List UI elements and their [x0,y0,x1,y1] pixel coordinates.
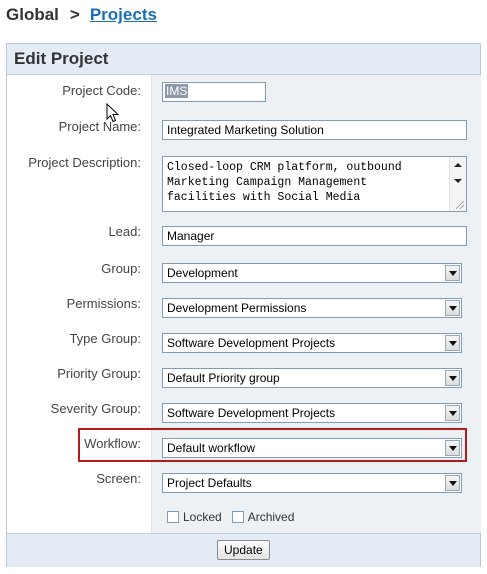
lead-label: Lead: [108,224,141,239]
type-group-select-value: Software Development Projects [167,336,336,350]
chevron-down-icon[interactable] [445,370,460,386]
lead-input[interactable]: Manager [162,226,467,246]
panel-title: Edit Project [7,44,480,75]
permissions-select-value: Development Permissions [167,301,307,315]
archived-option[interactable]: Archived [231,510,295,524]
resize-grip-icon[interactable] [456,201,464,209]
type-group-label: Type Group: [69,331,141,346]
status-checkboxes: Locked Archived [167,510,304,524]
screen-select-value: Project Defaults [167,476,252,490]
permissions-select[interactable]: Development Permissions [162,298,462,318]
screen-row: Screen: Project Defaults [7,471,480,493]
group-select-value: Development [167,266,238,280]
description-line-3: facilities with Social Media [167,191,361,204]
permissions-row: Permissions: Development Permissions [7,296,480,318]
severity-group-label: Severity Group: [50,401,141,416]
panel-footer: Update [7,533,480,567]
archived-checkbox[interactable] [231,511,244,523]
chevron-down-icon[interactable] [445,475,460,491]
update-button[interactable]: Update [217,540,270,560]
group-select[interactable]: Development [162,263,462,283]
screen-label: Screen: [96,471,141,486]
breadcrumb-projects-link[interactable]: Projects [90,5,157,25]
chevron-down-icon[interactable] [445,405,460,421]
priority-group-select-value: Default Priority group [167,371,280,385]
project-name-input[interactable]: Integrated Marketing Solution [162,120,467,140]
mouse-pointer-icon [106,103,120,123]
workflow-highlight-box [78,428,467,462]
archived-label: Archived [247,510,295,524]
locked-label: Locked [183,510,222,524]
severity-group-select[interactable]: Software Development Projects [162,403,462,423]
edit-project-panel: Edit Project Project Code: IMS Project N… [6,43,481,567]
project-name-label: Project Name: [58,119,141,134]
group-label: Group: [101,261,141,276]
scroll-down-icon[interactable] [454,179,462,183]
priority-group-row: Priority Group: Default Priority group [7,366,480,388]
chevron-down-icon[interactable] [445,335,460,351]
priority-group-label: Priority Group: [57,366,141,381]
project-description-textarea[interactable]: Closed-loop CRM platform, outbound Marke… [162,156,467,212]
group-row: Group: Development [7,261,480,283]
breadcrumb: Global > Projects [6,5,157,29]
scroll-up-icon[interactable] [454,163,462,167]
severity-group-select-value: Software Development Projects [167,406,336,420]
priority-group-select[interactable]: Default Priority group [162,368,462,388]
breadcrumb-separator: > [69,5,80,24]
chevron-down-icon[interactable] [445,300,460,316]
description-line-1: Closed-loop CRM platform, outbound [167,161,402,174]
type-group-row: Type Group: Software Development Project… [7,331,480,353]
permissions-label: Permissions: [66,296,141,311]
locked-option[interactable]: Locked [167,510,222,524]
project-description-row: Project Description: Closed-loop CRM pla… [7,152,480,212]
project-code-input[interactable]: IMS [162,82,266,102]
project-description-label: Project Description: [28,155,141,170]
type-group-select[interactable]: Software Development Projects [162,333,462,353]
severity-group-row: Severity Group: Software Development Pro… [7,401,480,423]
description-line-2: Marketing Campaign Management [167,176,368,189]
screen-select[interactable]: Project Defaults [162,473,462,493]
locked-checkbox[interactable] [167,511,179,523]
breadcrumb-root: Global [6,5,59,24]
project-code-value: IMS [165,84,189,98]
chevron-down-icon[interactable] [445,265,460,281]
project-code-label: Project Code: [62,83,141,98]
